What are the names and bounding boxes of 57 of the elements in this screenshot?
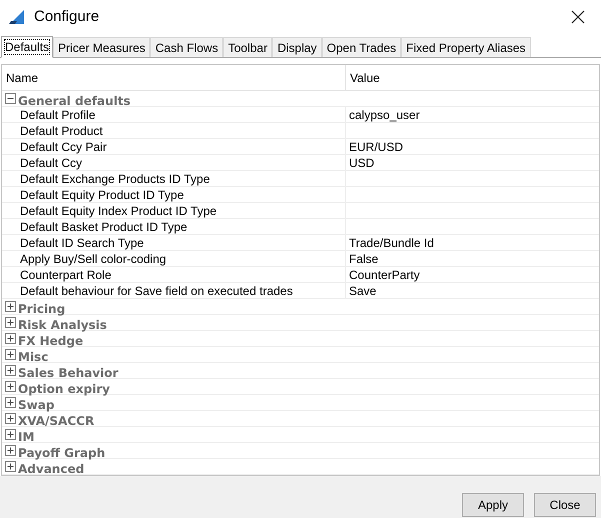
tab[interactable]: Open Trades — [322, 37, 402, 57]
column-header[interactable]: Name — [2, 65, 346, 90]
expand-icon[interactable] — [5, 413, 16, 424]
dialog-button[interactable]: Close — [534, 493, 596, 517]
group-name: Misc — [18, 348, 48, 364]
property-name: Default Ccy Pair — [20, 138, 107, 156]
property-value: EUR/USD — [349, 138, 404, 156]
expand-icon[interactable] — [5, 461, 16, 472]
group-name: General defaults — [18, 92, 131, 108]
group-name: FX Hedge — [18, 332, 84, 348]
expand-icon[interactable] — [5, 333, 16, 344]
tab[interactable]: Defaults — [1, 36, 54, 58]
tab[interactable]: Cash Flows — [150, 37, 224, 57]
group-name: IM — [18, 428, 34, 444]
property-name: Default Ccy — [20, 154, 82, 172]
expand-icon[interactable] — [5, 429, 16, 440]
group-name: Pricing — [18, 300, 66, 316]
property-name: Default Equity Product ID Type — [20, 186, 184, 204]
property-name: Default ID Search Type — [20, 234, 144, 252]
group-name: Option expiry — [18, 380, 110, 396]
property-value: USD — [349, 154, 374, 172]
property-value: calypso_user — [349, 106, 420, 124]
expand-icon[interactable] — [5, 317, 16, 328]
tab[interactable]: Fixed Property Aliases — [401, 37, 531, 57]
property-name: Default behaviour for Save field on executed trades — [20, 282, 293, 300]
property-name: Default Product — [20, 122, 103, 140]
expand-icon[interactable] — [5, 381, 16, 392]
expand-icon[interactable] — [5, 397, 16, 408]
property-name: Default Basket Product ID Type — [20, 218, 188, 236]
property-name: Apply Buy/Sell color-coding — [20, 250, 166, 268]
column-header[interactable]: Value — [346, 65, 599, 90]
expand-icon[interactable] — [5, 301, 16, 312]
tab[interactable]: Toolbar — [223, 37, 272, 57]
group-name: Advanced — [18, 460, 84, 476]
property-value: Trade/Bundle Id — [349, 234, 434, 252]
group-name: Sales Behavior — [18, 364, 118, 380]
group-name: Payoff Graph — [18, 444, 106, 460]
expand-icon[interactable] — [5, 445, 16, 456]
collapse-icon[interactable] — [5, 93, 16, 104]
property-name: Default Profile — [20, 106, 96, 124]
property-value: Save — [349, 282, 376, 300]
window-title: Configure — [34, 6, 100, 27]
property-name: Default Exchange Products ID Type — [20, 170, 210, 188]
group-name: Risk Analysis — [18, 316, 107, 332]
property-value: False — [349, 250, 378, 268]
group-name: Swap — [18, 396, 54, 412]
property-name: Default Equity Index Product ID Type — [20, 202, 217, 220]
app-logo-icon — [8, 9, 26, 25]
dialog-button[interactable]: Apply — [462, 493, 524, 517]
expand-icon[interactable] — [5, 365, 16, 376]
tab[interactable]: Display — [272, 37, 322, 57]
property-name: Counterpart Role — [20, 266, 112, 284]
tab[interactable]: Pricer Measures — [53, 37, 150, 57]
group-name: XVA/SACCR — [18, 412, 94, 428]
expand-icon[interactable] — [5, 349, 16, 360]
property-value: CounterParty — [349, 266, 420, 284]
close-icon[interactable] — [571, 10, 585, 24]
